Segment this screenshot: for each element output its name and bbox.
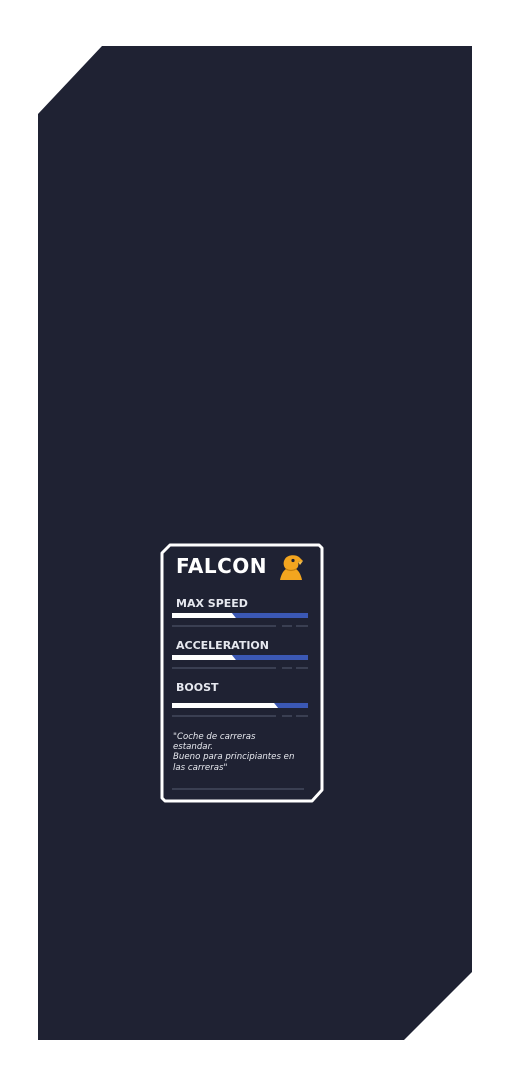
stat-bar-shadow bbox=[172, 715, 308, 717]
stat-bar-shadow bbox=[172, 625, 308, 627]
vehicle-name: FALCON bbox=[176, 554, 268, 578]
vehicle-description: "Coche de carreras estandar. Bueno para … bbox=[173, 732, 295, 773]
stat-label: ACCELERATION bbox=[176, 639, 269, 652]
stat-bar-base bbox=[172, 703, 278, 708]
stat-boost: BOOST bbox=[172, 681, 309, 717]
stat-bar-base bbox=[172, 613, 236, 618]
stat-bar bbox=[172, 655, 308, 662]
description-divider bbox=[172, 788, 304, 790]
stat-max-speed: MAX SPEED bbox=[172, 597, 309, 627]
stat-acceleration: ACCELERATION bbox=[172, 639, 309, 669]
stat-label: MAX SPEED bbox=[176, 597, 248, 610]
stat-bar-shadow bbox=[172, 667, 308, 669]
stat-bar-base bbox=[172, 655, 236, 660]
stat-bar bbox=[172, 613, 308, 620]
vehicle-card[interactable]: FALCON MAX SPEED ACCELERATION BOOST "Coc… bbox=[160, 542, 324, 804]
stat-bar bbox=[172, 703, 308, 710]
stat-label: BOOST bbox=[176, 681, 219, 694]
eagle-icon bbox=[280, 555, 303, 580]
